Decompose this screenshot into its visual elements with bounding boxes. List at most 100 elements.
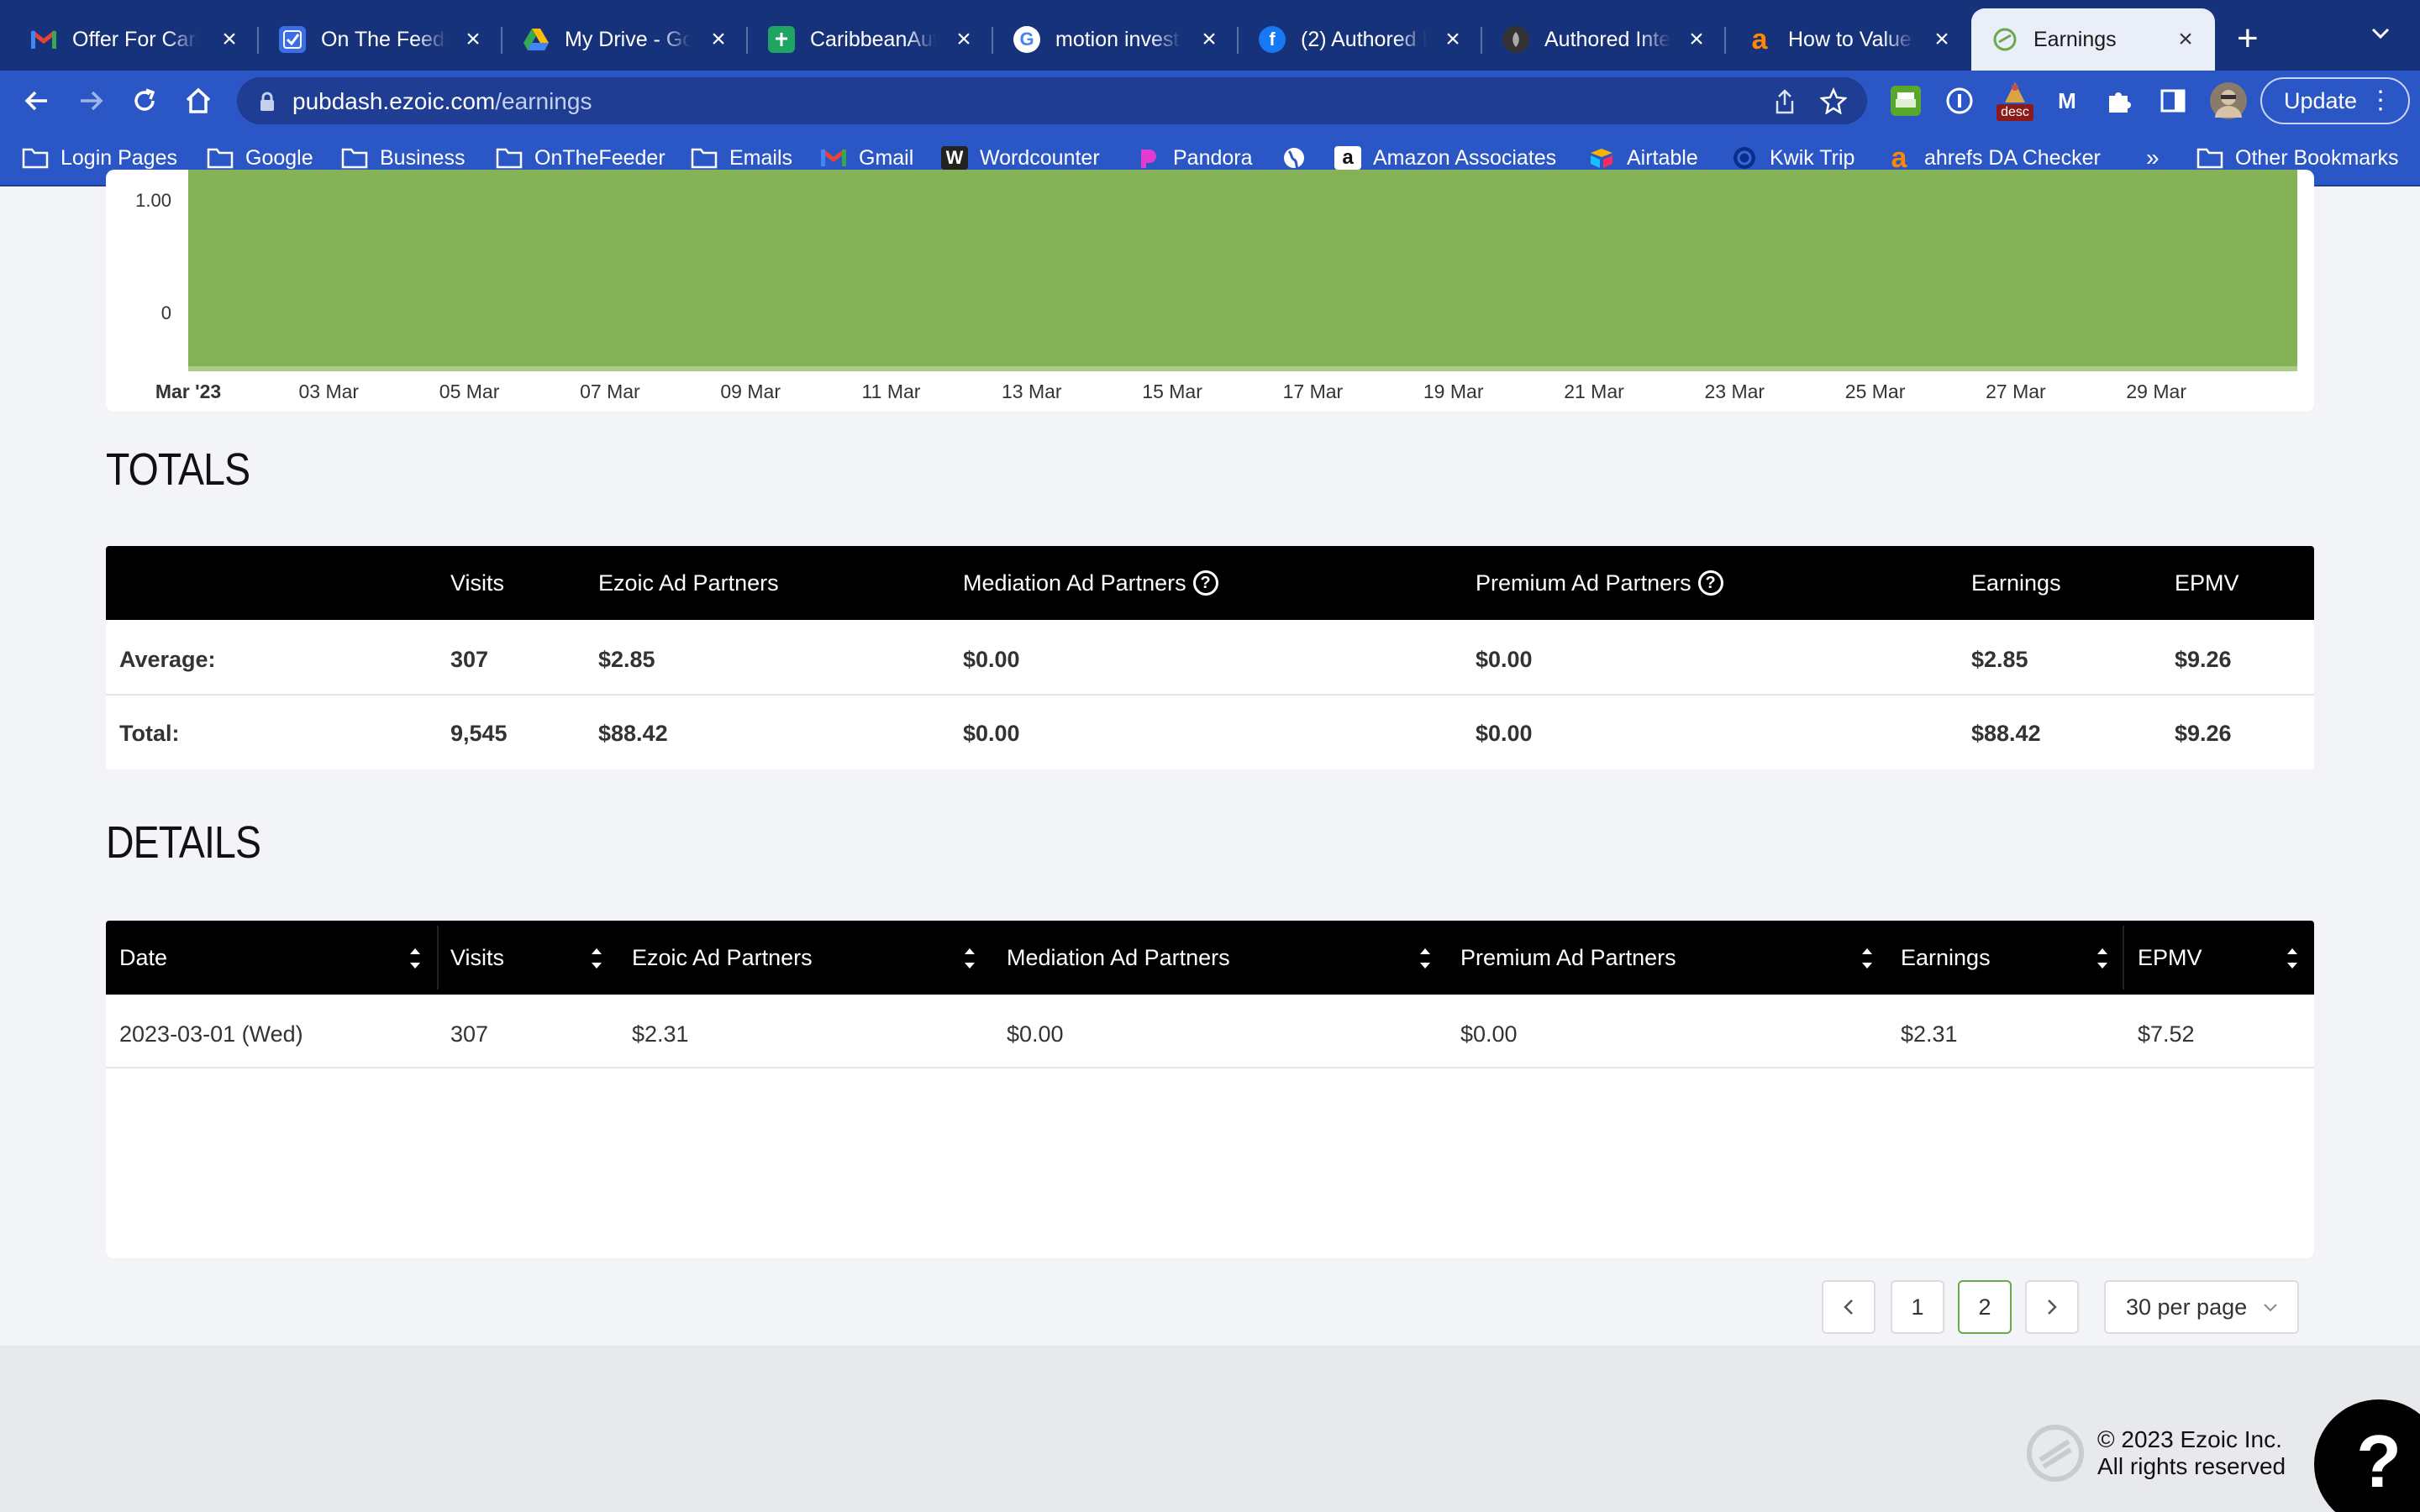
prev-page-button[interactable] <box>1822 1280 1876 1334</box>
chart-area <box>188 170 2297 371</box>
kwik-trip-icon <box>1731 146 1758 170</box>
sort-icon[interactable] <box>1859 944 1876 973</box>
side-panel-icon[interactable] <box>2158 86 2188 116</box>
tab-motion-invest[interactable]: G motion invest × <box>993 8 1239 71</box>
sort-icon[interactable] <box>588 944 605 973</box>
help-circle-icon[interactable]: ? <box>1697 570 1723 596</box>
x-tick-label: 09 Mar <box>720 381 781 402</box>
back-icon[interactable] <box>22 86 52 116</box>
per-page-select[interactable]: 30 per page <box>2104 1280 2299 1334</box>
address-bar[interactable]: pubdash.ezoic.com/earnings <box>237 77 1867 124</box>
page-2-button[interactable]: 2 <box>1958 1280 2012 1334</box>
folder-icon <box>496 146 523 170</box>
forward-icon[interactable] <box>76 86 106 116</box>
ezoic-icon <box>1991 26 2018 53</box>
extension-printer-icon[interactable] <box>1891 86 1921 116</box>
totals-table: Visits Ezoic Ad Partners Mediation Ad Pa… <box>106 546 2314 769</box>
pandora-icon <box>1134 146 1161 170</box>
x-tick-label: 27 Mar <box>1986 381 2046 402</box>
totals-row-label: Average: <box>119 647 216 672</box>
home-icon[interactable] <box>183 86 213 116</box>
reload-icon[interactable] <box>129 86 160 116</box>
sort-icon[interactable] <box>961 944 978 973</box>
totals-col-premium: Premium Ad Partners ? <box>1476 546 1723 620</box>
extension-onepassword-icon[interactable] <box>1944 86 1975 116</box>
tab-authored-intel[interactable]: Authored Intel × <box>1482 8 1726 71</box>
x-tick-label: 03 Mar <box>299 381 360 402</box>
x-tick-label: 13 Mar <box>1002 381 1062 402</box>
facebook-icon: f <box>1259 26 1286 53</box>
totals-cell: $9.26 <box>2175 721 2232 746</box>
close-tab-icon[interactable]: × <box>951 27 976 52</box>
bookmark-star-icon[interactable] <box>1819 87 1848 120</box>
profile-avatar[interactable] <box>2210 82 2247 119</box>
sort-icon[interactable] <box>2094 944 2111 973</box>
tab-offer-for-carib[interactable]: Offer For Carib × <box>0 8 259 71</box>
extension-badge: desc <box>1996 104 2033 121</box>
totals-col-mediation: Mediation Ad Partners ? <box>963 546 1218 620</box>
question-icon: ? <box>2356 1420 2402 1503</box>
close-tab-icon[interactable]: × <box>706 27 731 52</box>
sort-icon[interactable] <box>1417 944 1434 973</box>
details-cell: $7.52 <box>2138 1021 2195 1047</box>
close-tab-icon[interactable]: × <box>460 27 486 52</box>
details-cell: $0.00 <box>1007 1021 1064 1047</box>
extension-m-icon[interactable]: M <box>2052 86 2082 116</box>
tab-caribbean-auth[interactable]: CaribbeanAuth × <box>748 8 993 71</box>
chevron-down-icon[interactable] <box>2370 25 2391 46</box>
globe-icon <box>1281 146 1307 170</box>
details-col-ezoic[interactable]: Ezoic Ad Partners <box>632 921 813 995</box>
totals-col-earnings: Earnings <box>1971 570 2061 596</box>
folder-icon <box>341 146 368 170</box>
tab-my-drive[interactable]: My Drive - Goo × <box>502 8 748 71</box>
details-col-date[interactable]: Date <box>119 921 167 995</box>
tab-on-the-feeder[interactable]: On The Feeder × <box>259 8 502 71</box>
sort-icon[interactable] <box>2284 944 2301 973</box>
close-tab-icon[interactable]: × <box>217 27 242 52</box>
details-col-mediation[interactable]: Mediation Ad Partners <box>1007 921 1230 995</box>
totals-title: TOTALS <box>106 444 250 495</box>
page-1-button[interactable]: 1 <box>1891 1280 1944 1334</box>
ahrefs-icon: a <box>1891 141 1907 174</box>
close-tab-icon[interactable]: × <box>1929 27 1954 52</box>
details-title: DETAILS <box>106 817 261 868</box>
chevron-left-icon <box>1844 1299 1853 1315</box>
next-page-button[interactable] <box>2025 1280 2079 1334</box>
chevron-right-icon <box>2048 1299 2057 1315</box>
close-tab-icon[interactable]: × <box>1197 27 1222 52</box>
details-col-epmv[interactable]: EPMV <box>2138 921 2202 995</box>
share-icon[interactable] <box>1773 89 1797 120</box>
details-col-premium[interactable]: Premium Ad Partners <box>1460 921 1676 995</box>
ahrefs-icon: a <box>1751 23 1768 55</box>
details-col-visits[interactable]: Visits <box>450 921 504 995</box>
details-header-row: Date Visits Ezoic Ad Partners Mediation … <box>106 921 2314 995</box>
x-tick-label: 05 Mar <box>439 381 500 402</box>
close-tab-icon[interactable]: × <box>2173 27 2198 52</box>
x-tick-label: 19 Mar <box>1423 381 1484 402</box>
totals-cell: $9.26 <box>2175 647 2232 672</box>
new-tab-button[interactable]: + <box>2237 20 2259 57</box>
lock-icon <box>259 91 276 118</box>
earnings-page: 1.00 0 Mar '23 03 Mar 05 Mar 07 Mar 09 Mar 11 M… <box>0 170 2420 1512</box>
chart-baseline <box>188 366 2297 371</box>
extensions-puzzle-icon[interactable] <box>2104 86 2134 116</box>
totals-col-epmv: EPMV <box>2175 570 2239 596</box>
close-tab-icon[interactable]: × <box>1440 27 1465 52</box>
details-col-earnings[interactable]: Earnings <box>1901 921 1991 995</box>
sort-icon[interactable] <box>407 944 424 973</box>
extension-desc-icon[interactable]: desc <box>1996 79 2033 123</box>
close-tab-icon[interactable]: × <box>1684 27 1709 52</box>
tab-strip: Offer For Carib × On The Feeder × My Dri… <box>0 0 2420 71</box>
tab-earnings[interactable]: Earnings × <box>1971 8 2215 71</box>
tab-how-to-value[interactable]: a How to Value × <box>1726 8 1971 71</box>
totals-col-ezoic: Ezoic Ad Partners <box>598 570 779 596</box>
tab-authored-in-facebook[interactable]: f (2) Authored In × <box>1239 8 1482 71</box>
browser-toolbar: pubdash.ezoic.com/earnings desc M Update… <box>0 71 2420 131</box>
wordcounter-icon: W <box>941 146 968 170</box>
amazon-icon: a <box>1334 146 1361 170</box>
update-button[interactable]: Update ⋮ <box>2260 77 2410 124</box>
y-tick-label: 1.00 <box>135 190 171 211</box>
menu-kebab-icon[interactable]: ⋮ <box>2368 86 2393 116</box>
folder-icon <box>22 146 49 170</box>
help-circle-icon[interactable]: ? <box>1192 570 1218 596</box>
